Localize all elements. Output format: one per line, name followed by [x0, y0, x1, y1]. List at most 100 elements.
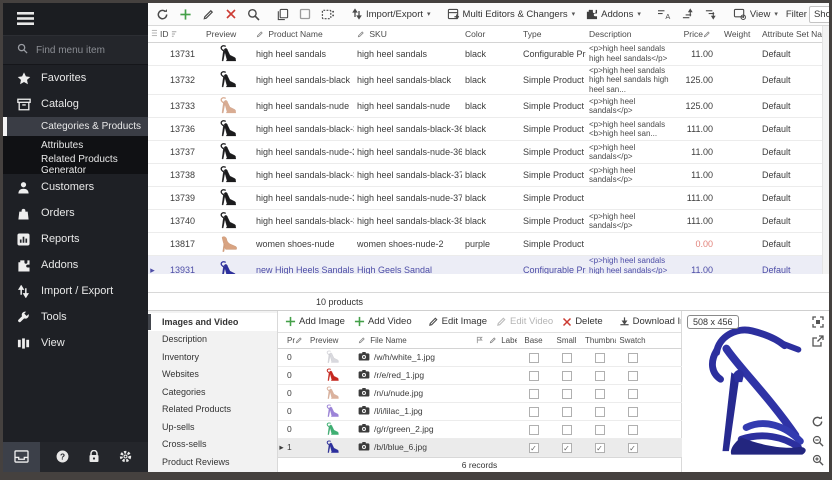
images-column-header-swatch[interactable]: Swatch — [616, 333, 649, 348]
column-header-product-name[interactable]: Product Name — [253, 26, 354, 42]
images-column-header-small[interactable]: Small — [550, 333, 583, 348]
download-image-button[interactable]: Download Image — [616, 314, 681, 329]
tab-images-and-video[interactable]: Images and Video — [148, 313, 277, 331]
edit-video-button[interactable]: Edit Video — [493, 314, 556, 329]
column-header-weight[interactable]: Weight — [721, 26, 759, 42]
column-header-price[interactable]: Price — [676, 26, 721, 42]
add-product-button[interactable] — [175, 6, 196, 23]
product-row-13931[interactable]: ▸13931 new High Heels SandalsHigh Geels … — [148, 256, 822, 275]
hamburger-menu-button[interactable] — [3, 3, 148, 35]
checkbox-checked[interactable]: ✓ — [529, 443, 539, 453]
import-export-menu-button[interactable]: Import/Export▾ — [347, 6, 435, 22]
images-column-header-pr[interactable]: Pr — [285, 333, 308, 348]
checkbox[interactable] — [595, 407, 605, 417]
add-image-button[interactable]: Add Image — [282, 314, 348, 329]
sidebar-item-related-products-generator[interactable]: Related Products Generator — [3, 155, 148, 174]
sidebar-item-import-export[interactable]: Import / Export — [3, 278, 148, 304]
sort-az-button[interactable]: A — [653, 6, 675, 22]
images-column-header-file-name[interactable]: File Name — [356, 333, 474, 348]
column-header-type[interactable]: Type — [520, 26, 586, 42]
filter-select[interactable]: Show products from selected categories ▾ — [809, 6, 829, 23]
edit-image-button[interactable]: Edit Image — [425, 314, 490, 329]
delete-product-button[interactable] — [221, 6, 241, 22]
open-external-icon[interactable] — [812, 335, 824, 349]
product-row-13731[interactable]: 13731 high heel sandalshigh heel sandals… — [148, 42, 822, 65]
sidebar-item-customers[interactable]: Customers — [3, 174, 148, 200]
lock-icon[interactable] — [88, 450, 100, 465]
checkbox[interactable] — [529, 425, 539, 435]
sidebar-item-orders[interactable]: Orders — [3, 200, 148, 226]
tab-product-reviews[interactable]: Product Reviews — [148, 453, 277, 471]
product-row-13737[interactable]: 13737 high heel sandals-nude-36high heel… — [148, 141, 822, 164]
column-header-preview[interactable]: Preview — [203, 26, 253, 42]
checkbox-checked[interactable]: ✓ — [628, 443, 638, 453]
refresh-button[interactable] — [152, 6, 173, 23]
checkbox[interactable] — [529, 371, 539, 381]
tab-related-products[interactable]: Related Products — [148, 401, 277, 419]
checkbox[interactable] — [529, 407, 539, 417]
sidebar-item-favorites[interactable]: Favorites — [3, 65, 148, 91]
checkbox[interactable] — [562, 353, 572, 363]
zoom-in-icon[interactable] — [812, 454, 824, 468]
sidebar-item-reports[interactable]: Reports — [3, 226, 148, 252]
checkbox[interactable] — [529, 353, 539, 363]
product-row-13740[interactable]: 13740 high heel sandals-black-38high hee… — [148, 210, 822, 233]
search-products-button[interactable] — [243, 6, 264, 23]
vertical-scrollbar[interactable] — [822, 26, 829, 274]
images-column-header-base[interactable]: Base — [517, 333, 550, 348]
column-header-attribute-set-name[interactable]: Attribute Set Name — [759, 26, 822, 42]
product-row-13739[interactable]: 13739 high heel sandals-nude-37high heel… — [148, 187, 822, 210]
multi-editors-menu-button[interactable]: Multi Editors & Changers▾ — [443, 6, 580, 22]
tab-up-sells[interactable]: Up-sells — [148, 418, 277, 436]
sidebar-item-attributes[interactable]: Attributes — [3, 136, 148, 155]
checkbox[interactable] — [628, 389, 638, 399]
delete-image-button[interactable]: Delete — [559, 314, 605, 329]
column-header-id[interactable]: ID — [157, 26, 203, 42]
checkbox[interactable] — [595, 353, 605, 363]
column-header-description[interactable]: Description — [586, 26, 676, 42]
sidebar-menu-search[interactable]: Find menu item — [3, 35, 148, 65]
checkbox[interactable] — [562, 389, 572, 399]
collapse-tree-button[interactable] — [700, 6, 721, 22]
addons-menu-button[interactable]: Addons▾ — [581, 6, 645, 22]
store-button[interactable] — [3, 442, 40, 472]
checkbox[interactable] — [595, 389, 605, 399]
add-video-button[interactable]: Add Video — [351, 314, 415, 329]
checkbox[interactable] — [628, 353, 638, 363]
images-column-header-flag[interactable] — [474, 333, 487, 348]
tab-cross-sells[interactable]: Cross-sells — [148, 436, 277, 454]
view-menu-button[interactable]: View▾ — [729, 6, 782, 22]
checkbox[interactable] — [628, 407, 638, 417]
checkbox[interactable] — [562, 407, 572, 417]
checkbox[interactable] — [628, 425, 638, 435]
sidebar-item-view[interactable]: View — [3, 330, 148, 356]
checkbox-checked[interactable]: ✓ — [595, 443, 605, 453]
images-column-header-preview[interactable]: Preview — [308, 333, 356, 348]
expand-tree-button[interactable] — [677, 6, 698, 22]
checkbox[interactable] — [628, 371, 638, 381]
product-row-13817[interactable]: 13817 women shoes-nudewomen shoes-nude-2… — [148, 233, 822, 256]
product-row-13738[interactable]: 13738 high heel sandals-black-37high hee… — [148, 164, 822, 187]
checkbox[interactable] — [562, 371, 572, 381]
rotate-icon[interactable] — [811, 415, 824, 430]
sidebar-item-catalog[interactable]: Catalog — [3, 91, 148, 117]
product-row-13733[interactable]: 13733 high heel sandals-nudehigh heel sa… — [148, 95, 822, 118]
copy-button[interactable] — [272, 6, 293, 23]
select-checkbox-button[interactable] — [295, 6, 315, 22]
column-header-sku[interactable]: SKU — [354, 26, 462, 42]
product-row-13732[interactable]: 13732 high heel sandals-blackhigh heel s… — [148, 65, 822, 95]
column-header-color[interactable]: Color — [462, 26, 520, 42]
sidebar-item-categories-products[interactable]: Categories & Products — [3, 117, 148, 136]
images-column-header-thumbna[interactable]: Thumbna — [583, 333, 616, 348]
product-row-13736[interactable]: 13736 high heel sandals-black-36high hee… — [148, 118, 822, 141]
zoom-out-icon[interactable] — [812, 435, 824, 449]
tab-description[interactable]: Description — [148, 331, 277, 349]
sidebar-item-tools[interactable]: Tools — [3, 304, 148, 330]
sidebar-item-addons[interactable]: Addons — [3, 252, 148, 278]
images-column-header-label[interactable]: Label — [487, 333, 517, 348]
checkbox[interactable] — [562, 425, 572, 435]
fit-screen-icon[interactable] — [812, 316, 824, 330]
checkbox[interactable] — [595, 371, 605, 381]
tab-inventory[interactable]: Inventory — [148, 348, 277, 366]
tab-websites[interactable]: Websites — [148, 366, 277, 384]
